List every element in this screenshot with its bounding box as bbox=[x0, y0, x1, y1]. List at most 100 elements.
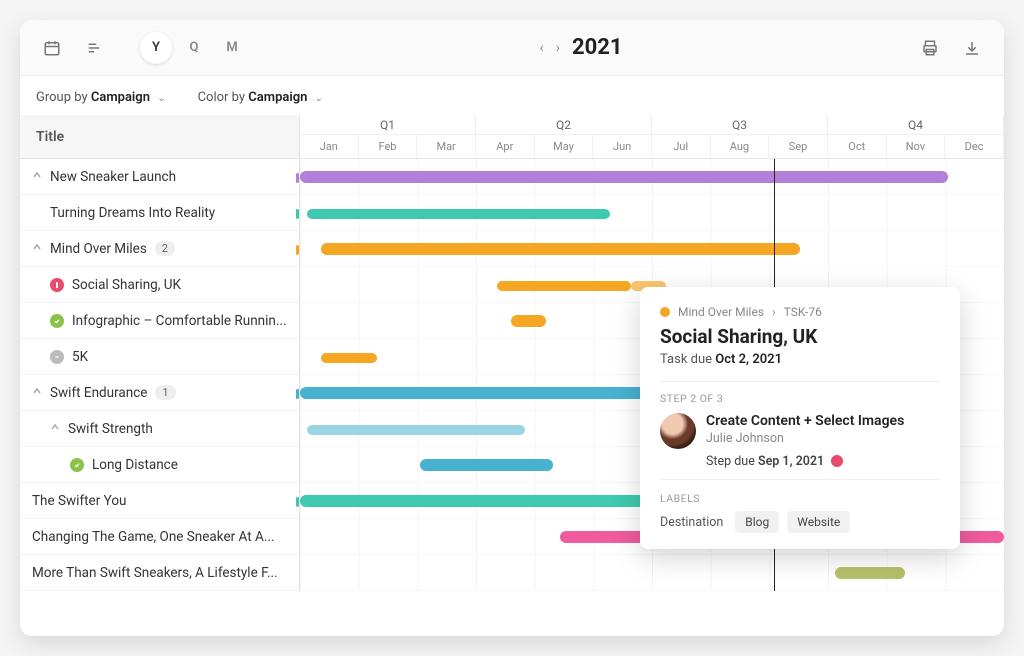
row-label: Swift Endurance bbox=[50, 385, 147, 401]
year-label: 2021 bbox=[572, 35, 623, 60]
tag[interactable]: Website bbox=[787, 511, 850, 533]
title-row[interactable]: Mind Over Miles2 bbox=[20, 231, 299, 267]
count-badge: 2 bbox=[155, 241, 175, 256]
calendar-icon[interactable] bbox=[36, 32, 68, 64]
caret-icon bbox=[50, 422, 60, 435]
prev-year-button[interactable]: ‹ bbox=[540, 40, 544, 56]
gantt-bar[interactable] bbox=[835, 567, 905, 579]
gantt-bar[interactable] bbox=[307, 209, 610, 219]
title-row[interactable]: Swift Strength bbox=[20, 411, 299, 447]
task-title: Social Sharing, UK bbox=[660, 325, 940, 348]
row-label: More Than Swift Sneakers, A Lifestyle F.… bbox=[32, 565, 278, 581]
step-count-label: STEP 2 OF 3 bbox=[660, 392, 940, 405]
grouping-controls: Group by Campaign ⌄ Color by Campaign ⌄ bbox=[20, 76, 1004, 115]
gantt-bar[interactable] bbox=[497, 281, 631, 291]
gantt-bar[interactable] bbox=[420, 459, 554, 471]
month-label: Mar bbox=[417, 135, 476, 159]
view-year-button[interactable]: Y bbox=[140, 32, 172, 64]
title-row[interactable]: Long Distance bbox=[20, 447, 299, 483]
title-row[interactable]: The Swifter You bbox=[20, 483, 299, 519]
month-label: Apr bbox=[476, 135, 535, 159]
month-label: Aug bbox=[711, 135, 770, 159]
caret-icon bbox=[32, 242, 42, 255]
count-badge: 1 bbox=[155, 385, 175, 400]
month-label: Jan bbox=[300, 135, 359, 159]
bar-row[interactable] bbox=[300, 555, 1004, 591]
quarter-label: Q4 bbox=[828, 115, 1004, 134]
row-tick bbox=[296, 173, 299, 183]
title-row[interactable]: 5K bbox=[20, 339, 299, 375]
month-label: Oct bbox=[828, 135, 887, 159]
title-row[interactable]: Swift Endurance 1 bbox=[20, 375, 299, 411]
divider bbox=[660, 479, 940, 480]
row-label: Social Sharing, UK bbox=[72, 277, 181, 293]
gantt-bar[interactable] bbox=[300, 171, 948, 183]
quarter-label: Q3 bbox=[652, 115, 828, 134]
title-list: New Sneaker Launch Turning Dreams Into Re… bbox=[20, 159, 300, 591]
download-icon[interactable] bbox=[956, 32, 988, 64]
month-label: Jul bbox=[652, 135, 711, 159]
title-row[interactable]: New Sneaker Launch bbox=[20, 159, 299, 195]
row-tick bbox=[296, 209, 299, 219]
gantt-bar[interactable] bbox=[307, 425, 525, 435]
label-text: Destination bbox=[660, 515, 723, 530]
month-label: Sep bbox=[769, 135, 828, 159]
row-tick bbox=[296, 389, 299, 399]
title-column-header: Title bbox=[20, 115, 300, 158]
gantt-bar[interactable] bbox=[321, 243, 800, 255]
status-dot bbox=[50, 278, 64, 292]
bar-row[interactable] bbox=[300, 231, 1004, 267]
step-title: Create Content + Select Images bbox=[706, 413, 904, 429]
assignee-name: Julie Johnson bbox=[706, 431, 904, 446]
campaign-color-dot bbox=[660, 307, 670, 317]
row-label: The Swifter You bbox=[32, 493, 126, 509]
title-row[interactable]: Infographic – Comfortable Runnin... bbox=[20, 303, 299, 339]
view-range-toggle: Y Q M bbox=[140, 32, 248, 64]
month-label: Dec bbox=[945, 135, 1004, 159]
title-row[interactable]: Social Sharing, UK bbox=[20, 267, 299, 303]
breadcrumb-id: TSK-76 bbox=[784, 305, 822, 319]
bar-row[interactable] bbox=[300, 195, 1004, 231]
row-label: Turning Dreams Into Reality bbox=[50, 205, 215, 221]
tag[interactable]: Blog bbox=[735, 511, 779, 533]
avatar bbox=[660, 413, 696, 449]
row-tick bbox=[296, 497, 299, 507]
alert-icon bbox=[831, 455, 843, 467]
bar-row[interactable] bbox=[300, 159, 1004, 195]
view-quarter-button[interactable]: Q bbox=[178, 32, 210, 64]
chevron-down-icon: ⌄ bbox=[157, 93, 165, 104]
quarter-label: Q2 bbox=[476, 115, 652, 134]
row-label: Long Distance bbox=[92, 457, 178, 473]
row-tick bbox=[296, 245, 299, 255]
step-row[interactable]: Create Content + Select Images Julie Joh… bbox=[660, 413, 940, 469]
labels-heading: LABELS bbox=[660, 492, 940, 505]
divider bbox=[660, 381, 940, 382]
view-month-button[interactable]: M bbox=[216, 32, 248, 64]
print-icon[interactable] bbox=[914, 32, 946, 64]
group-by-prefix: Group by bbox=[36, 90, 88, 105]
breadcrumb-sep: › bbox=[772, 305, 776, 319]
gantt-bar[interactable] bbox=[511, 315, 546, 327]
list-icon[interactable] bbox=[78, 32, 110, 64]
group-by-dropdown[interactable]: Group by Campaign ⌄ bbox=[36, 90, 166, 105]
month-label: Jun bbox=[593, 135, 652, 159]
title-row[interactable]: Turning Dreams Into Reality bbox=[20, 195, 299, 231]
chevron-down-icon: ⌄ bbox=[315, 93, 323, 104]
breadcrumb[interactable]: Mind Over Miles › TSK-76 bbox=[660, 305, 940, 319]
task-due: Task due Oct 2, 2021 bbox=[660, 352, 940, 367]
month-label: Nov bbox=[887, 135, 946, 159]
row-label: Changing The Game, One Sneaker At A... bbox=[32, 529, 275, 545]
next-year-button[interactable]: › bbox=[556, 40, 560, 56]
color-by-prefix: Color by bbox=[198, 90, 245, 105]
title-row[interactable]: Changing The Game, One Sneaker At A... bbox=[20, 519, 299, 555]
task-detail-card: Mind Over Miles › TSK-76 Social Sharing,… bbox=[640, 287, 960, 549]
color-by-value: Campaign bbox=[248, 90, 307, 105]
status-dot bbox=[50, 350, 64, 364]
title-row[interactable]: More Than Swift Sneakers, A Lifestyle F.… bbox=[20, 555, 299, 591]
gantt-bar[interactable] bbox=[321, 353, 377, 363]
row-label: New Sneaker Launch bbox=[50, 169, 176, 185]
app-frame: Y Q M ‹ › 2021 Group by Campaign ⌄ Color… bbox=[20, 20, 1004, 636]
color-by-dropdown[interactable]: Color by Campaign ⌄ bbox=[198, 90, 323, 105]
group-by-value: Campaign bbox=[91, 90, 150, 105]
gantt-header: Title Q1Q2Q3Q4 JanFebMarAprMayJunJulAugS… bbox=[20, 115, 1004, 159]
